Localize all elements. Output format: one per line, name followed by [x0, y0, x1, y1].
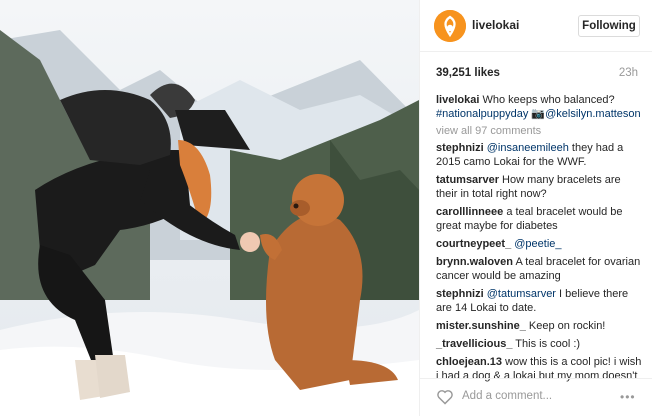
comment-username[interactable]: _travellicious_: [436, 338, 512, 350]
comment-mention[interactable]: @insaneemileeh: [487, 142, 569, 154]
more-options-icon[interactable]: •••: [620, 390, 636, 404]
comment-bar: Add a comment... •••: [420, 378, 652, 416]
woman-and-dog-photo: [0, 0, 419, 416]
add-comment-input[interactable]: Add a comment...: [462, 390, 552, 402]
comment-mention[interactable]: @peetie_: [514, 238, 561, 250]
username[interactable]: livelokai: [472, 18, 519, 32]
caption: livelokai Who keeps who balanced? #natio…: [436, 93, 642, 121]
heart-icon[interactable]: [436, 389, 454, 405]
comment-username[interactable]: brynn.waloven: [436, 256, 513, 268]
following-button[interactable]: Following: [578, 15, 640, 37]
comment: mister.sunshine_ Keep on rockin!: [436, 319, 642, 333]
caption-hashtag[interactable]: #nationalpuppyday: [436, 108, 528, 120]
comment-text: Keep on rockin!: [525, 320, 606, 332]
comment: _travellicious_ This is cool :): [436, 337, 642, 351]
comment-mention[interactable]: @tatumsarver: [487, 288, 556, 300]
comment-username[interactable]: carolllinneee: [436, 206, 503, 218]
comment-username[interactable]: stephnizi: [436, 142, 484, 154]
comment-username[interactable]: courtneypeet_: [436, 238, 511, 250]
avatar[interactable]: [434, 10, 466, 42]
comment-text: This is cool :): [512, 338, 581, 350]
comment-username[interactable]: mister.sunshine_: [436, 320, 526, 332]
post-sidebar: livelokai Following 39,251 likes 23h liv…: [419, 0, 652, 416]
comment: tatumsarver How many bracelets are their…: [436, 173, 642, 201]
comment-username[interactable]: stephnizi: [436, 288, 484, 300]
comment: brynn.waloven A teal bracelet for ovaria…: [436, 255, 642, 283]
comment: stephnizi @tatumsarver I believe there a…: [436, 287, 642, 315]
lokai-logo-icon: [434, 10, 466, 42]
comment-username[interactable]: chloejean.13: [436, 356, 502, 368]
post-photo[interactable]: [0, 0, 419, 416]
post-time: 23h: [618, 67, 638, 79]
comments-list: livelokai Who keeps who balanced? #natio…: [436, 93, 642, 383]
post-stats: 39,251 likes 23h: [436, 67, 638, 81]
post-header: livelokai Following: [420, 0, 652, 52]
caption-text: Who keeps who balanced?: [479, 94, 615, 106]
likes-count[interactable]: 39,251 likes: [436, 67, 500, 79]
view-all-comments[interactable]: view all 97 comments: [436, 124, 642, 138]
comment: stephnizi @insaneemileeh they had a 2015…: [436, 141, 642, 169]
comment: courtneypeet_ @peetie_: [436, 237, 642, 251]
comment-username[interactable]: tatumsarver: [436, 174, 499, 186]
caption-username[interactable]: livelokai: [436, 94, 479, 106]
caption-mention[interactable]: 📷@kelsilyn.matteson: [531, 108, 640, 120]
comment: carolllinneee a teal bracelet would be g…: [436, 205, 642, 233]
